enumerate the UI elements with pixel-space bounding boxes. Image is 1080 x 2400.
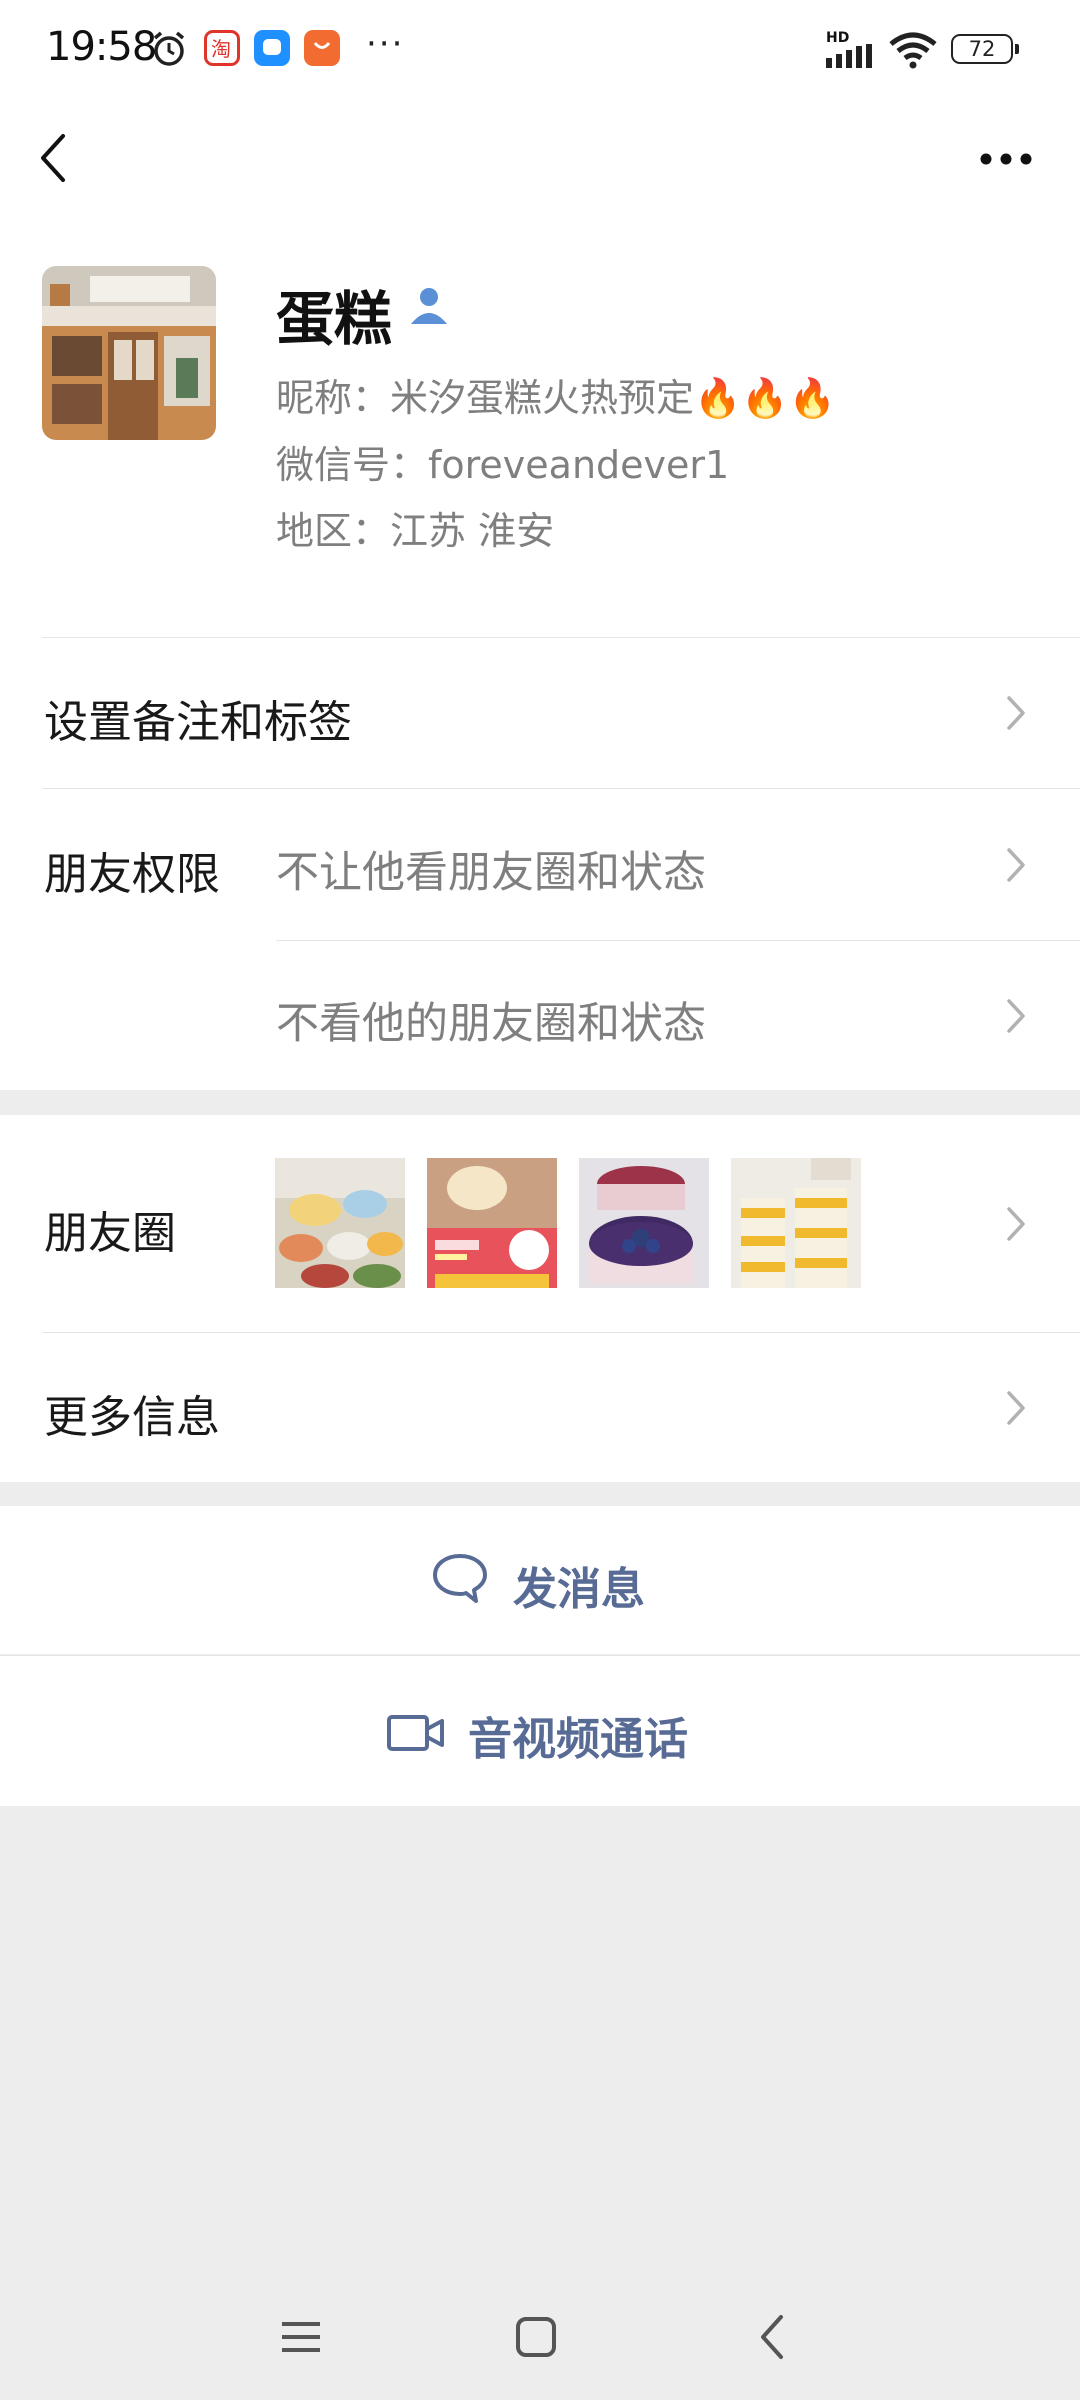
chevron-right-icon <box>1007 999 1025 1033</box>
wechat-id-text: 微信号：foreveandever1 <box>276 443 730 487</box>
divider <box>42 637 1080 638</box>
shop-app-icon <box>304 30 340 66</box>
permission-hide-moments[interactable]: 不让他看朋友圈和状态 <box>276 838 706 900</box>
chat-bubble-icon <box>433 1554 487 1603</box>
divider <box>276 940 1080 941</box>
moments-thumbnail[interactable] <box>427 1158 557 1288</box>
back-icon[interactable] <box>38 132 68 184</box>
menu-nav-icon[interactable] <box>280 2318 322 2356</box>
battery-tip <box>1015 44 1019 54</box>
more-icon[interactable] <box>978 150 1034 168</box>
permission-block-moments[interactable]: 不看他的朋友圈和状态 <box>276 989 706 1051</box>
more-notifications-icon: ··· <box>366 24 405 64</box>
divider <box>0 1655 1080 1656</box>
more-info-label[interactable]: 更多信息 <box>44 1381 220 1445</box>
home-nav-icon[interactable] <box>515 2316 557 2358</box>
chevron-right-icon <box>1007 696 1025 730</box>
signal-icon <box>826 44 872 68</box>
divider <box>42 1332 1080 1333</box>
divider <box>42 788 1080 789</box>
taobao-icon: 淘 <box>204 30 240 66</box>
friend-permission-label: 朋友权限 <box>44 849 220 900</box>
profile-section <box>0 100 1080 1090</box>
wifi-icon <box>889 32 937 69</box>
status-time: 19:58 <box>46 24 157 70</box>
contact-name: 蛋糕 <box>276 285 393 353</box>
moments-thumbnail[interactable] <box>275 1158 405 1288</box>
chevron-right-icon <box>1007 1207 1025 1241</box>
video-call-button[interactable]: 音视频通话 <box>468 1703 688 1767</box>
moments-thumbnail[interactable] <box>731 1158 861 1288</box>
moments-thumbnail[interactable] <box>579 1158 709 1288</box>
chevron-right-icon <box>1007 1391 1025 1425</box>
chat-app-icon <box>254 30 290 66</box>
video-camera-icon <box>387 1715 444 1751</box>
status-bar: 19:58 淘 ··· HD 72 <box>0 0 1080 100</box>
svg-text:淘: 淘 <box>211 37 231 61</box>
nickname-text: 昵称：米汐蛋糕火热预定🔥🔥🔥 <box>276 376 836 420</box>
avatar[interactable] <box>42 266 216 440</box>
back-nav-icon[interactable] <box>757 2313 787 2361</box>
send-message-button[interactable]: 发消息 <box>513 1553 645 1617</box>
alarm-icon <box>153 31 185 66</box>
remark-tags-label[interactable]: 设置备注和标签 <box>44 686 352 750</box>
region-text: 地区：江苏 淮安 <box>276 509 555 553</box>
moments-label[interactable]: 朋友圈 <box>44 1197 176 1261</box>
battery-icon: 72 <box>951 34 1013 64</box>
contact-person-icon <box>411 288 447 324</box>
chevron-right-icon <box>1007 848 1025 882</box>
